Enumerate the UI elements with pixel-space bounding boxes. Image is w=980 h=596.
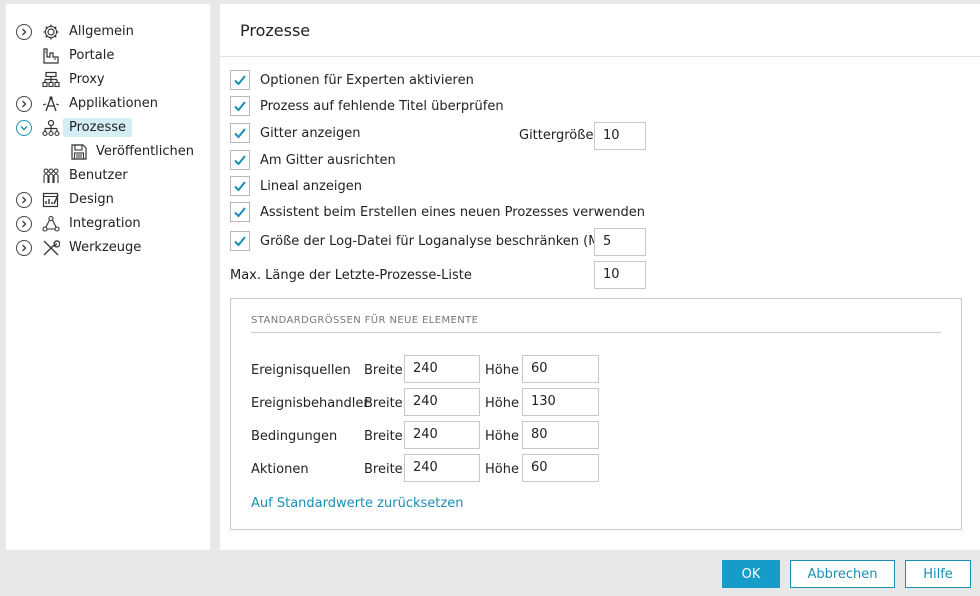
checkbox-gitter-anzeigen[interactable]: Gitter anzeigen [230,122,360,144]
width-label: Breite [364,429,403,444]
sidebar-item-label: Allgemein [69,24,134,39]
sidebar-item-veroeffentlichen[interactable]: Veröffentlichen [6,141,210,163]
checkbox-assistent[interactable]: Assistent beim Erstellen eines neuen Pro… [230,201,645,223]
sidebar-item-label: Werkzeuge [69,240,142,255]
help-button[interactable]: Hilfe [905,560,971,588]
sidebar-item-label: Proxy [69,72,105,87]
sidebar-item-label: Applikationen [69,96,159,111]
sidebar: Allgemein Portale Proxy Applikationen Pr… [6,4,210,550]
sidebar-item-label: Veröffentlichen [96,144,195,159]
checkmark-icon [234,101,246,112]
checkmark-icon [234,75,246,86]
checkbox-label: Gitter anzeigen [260,125,361,141]
cancel-button[interactable]: Abbrechen [790,560,895,588]
checkbox-titel[interactable]: Prozess auf fehlende Titel überprüfen [230,95,504,117]
checkmark-icon [234,207,246,218]
main-panel: Prozesse Optionen für Experten aktiviere… [220,4,980,550]
log-size-input[interactable]: 5 [594,228,646,256]
checkbox-lineal[interactable]: Lineal anzeigen [230,175,362,197]
ok-button[interactable]: OK [722,560,780,588]
checkmark-icon [234,128,246,139]
checkbox-logdatei[interactable]: Größe der Log-Datei für Loganalyse besch… [230,230,613,252]
tools-icon [42,239,61,257]
expand-chevron-icon[interactable] [16,192,32,208]
checkbox-box[interactable] [230,176,250,196]
default-sizes-group: STANDARDGRÖSSEN FÜR NEUE ELEMENTE Ereign… [230,298,962,530]
portal-icon [42,47,60,65]
checkbox-gitter-ausrichten[interactable]: Am Gitter ausrichten [230,149,396,171]
sidebar-item-prozesse[interactable]: Prozesse [6,117,210,139]
sidebar-item-label: Prozesse [63,118,132,137]
recent-list-label: Max. Länge der Letzte-Prozesse-Liste [230,268,472,283]
checkbox-box[interactable] [230,123,250,143]
sidebar-item-label: Design [69,192,114,207]
sidebar-item-label: Integration [69,216,141,231]
checkbox-label: Am Gitter ausrichten [260,152,396,168]
height-label: Höhe [485,363,519,378]
expand-chevron-icon[interactable] [16,216,32,232]
checkbox-box[interactable] [230,231,250,251]
sidebar-item-label: Benutzer [69,168,128,183]
sidebar-item-applikationen[interactable]: Applikationen [6,93,210,115]
height-label: Höhe [485,396,519,411]
save-icon [70,143,88,161]
width-label: Breite [364,462,403,477]
checkmark-icon [234,236,246,247]
checkbox-experten[interactable]: Optionen für Experten aktivieren [230,69,474,91]
page-title: Prozesse [220,4,980,57]
sidebar-item-label: Portale [69,48,115,63]
sidebar-item-allgemein[interactable]: Allgemein [6,21,210,43]
width-label: Breite [364,363,403,378]
proxy-icon [42,71,60,89]
checkbox-label: Größe der Log-Datei für Loganalyse besch… [260,233,614,249]
checkbox-box[interactable] [230,96,250,116]
users-icon [42,167,60,185]
checkbox-box[interactable] [230,70,250,90]
height-input[interactable]: 60 [522,355,599,383]
row-label: Bedingungen [251,429,338,444]
integration-icon [42,215,60,233]
row-label: Ereignisbehandler [251,396,369,411]
checkbox-label: Optionen für Experten aktivieren [260,72,474,88]
grid-size-input[interactable]: 10 [594,122,646,150]
checkbox-label: Prozess auf fehlende Titel überprüfen [260,98,504,114]
height-input[interactable]: 60 [522,454,599,482]
reset-defaults-link[interactable]: Auf Standardwerte zurücksetzen [251,496,463,511]
row-label: Ereignisquellen [251,363,351,378]
group-title: STANDARDGRÖSSEN FÜR NEUE ELEMENTE [251,315,941,333]
applications-icon [42,95,60,113]
row-label: Aktionen [251,462,309,477]
sidebar-item-design[interactable]: Design [6,189,210,211]
checkbox-box[interactable] [230,202,250,222]
height-input[interactable]: 130 [522,388,599,416]
sidebar-item-proxy[interactable]: Proxy [6,69,210,91]
design-icon [42,191,60,209]
gear-icon [42,23,60,41]
height-label: Höhe [485,462,519,477]
process-icon [42,119,60,137]
width-input[interactable]: 240 [404,454,480,482]
checkbox-label: Assistent beim Erstellen eines neuen Pro… [260,204,645,220]
checkmark-icon [234,181,246,192]
checkbox-box[interactable] [230,150,250,170]
checkmark-icon [234,155,246,166]
height-label: Höhe [485,429,519,444]
width-label: Breite [364,396,403,411]
sidebar-item-benutzer[interactable]: Benutzer [6,165,210,187]
width-input[interactable]: 240 [404,421,480,449]
recent-list-input[interactable]: 10 [594,261,646,289]
grid-size-label: Gittergröße [519,128,594,143]
expand-chevron-icon[interactable] [16,240,32,256]
expand-chevron-icon[interactable] [16,96,32,112]
sidebar-item-integration[interactable]: Integration [6,213,210,235]
checkbox-label: Lineal anzeigen [260,178,362,194]
sidebar-item-portale[interactable]: Portale [6,45,210,67]
expand-chevron-icon[interactable] [16,24,32,40]
collapse-chevron-icon[interactable] [16,120,32,136]
width-input[interactable]: 240 [404,355,480,383]
sidebar-item-werkzeuge[interactable]: Werkzeuge [6,237,210,259]
width-input[interactable]: 240 [404,388,480,416]
height-input[interactable]: 80 [522,421,599,449]
